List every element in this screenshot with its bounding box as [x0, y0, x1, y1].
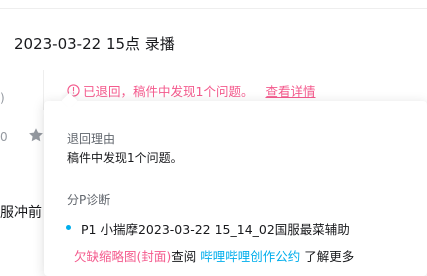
bullet-dot: [66, 225, 71, 230]
status-row: 已退回，稿件中发现1个问题。 查看详情: [67, 81, 315, 100]
status-text: 已退回，稿件中发现1个问题。: [83, 84, 254, 99]
issue-line: 欠缺缩略图(封面)查阅 哔哩哔哩创作公约 了解更多: [74, 246, 354, 265]
reason-text: 稿件中发现1个问题。: [67, 151, 183, 165]
reason-label: 退回理由: [67, 132, 116, 146]
top-divider: [0, 0, 427, 9]
left-fragment-a: ): [0, 91, 5, 105]
part-diagnosis-label: 分P诊断: [67, 193, 111, 207]
issue-missing-cover: 欠缺缩略图(封面): [74, 249, 172, 264]
rejection-details-popover: 退回理由 稿件中发现1个问题。 分P诊断 P1 小揣摩2023-03-22 15…: [44, 92, 427, 276]
left-fragment-c: 服冲前: [0, 205, 42, 221]
part-title: P1 小揣摩2023-03-22 15_14_02国服最菜辅助: [81, 222, 350, 237]
learn-more-text: 了解更多: [304, 249, 355, 264]
creation-convention-link[interactable]: 哔哩哔哩创作公约: [200, 249, 300, 264]
video-title[interactable]: 2023-03-22 15点 录播: [14, 33, 175, 54]
left-fragment-b: 0: [0, 130, 8, 144]
star-icon[interactable]: [28, 127, 44, 143]
view-details-link[interactable]: 查看详情: [265, 81, 315, 100]
issue-view-text: 查阅: [171, 249, 197, 264]
